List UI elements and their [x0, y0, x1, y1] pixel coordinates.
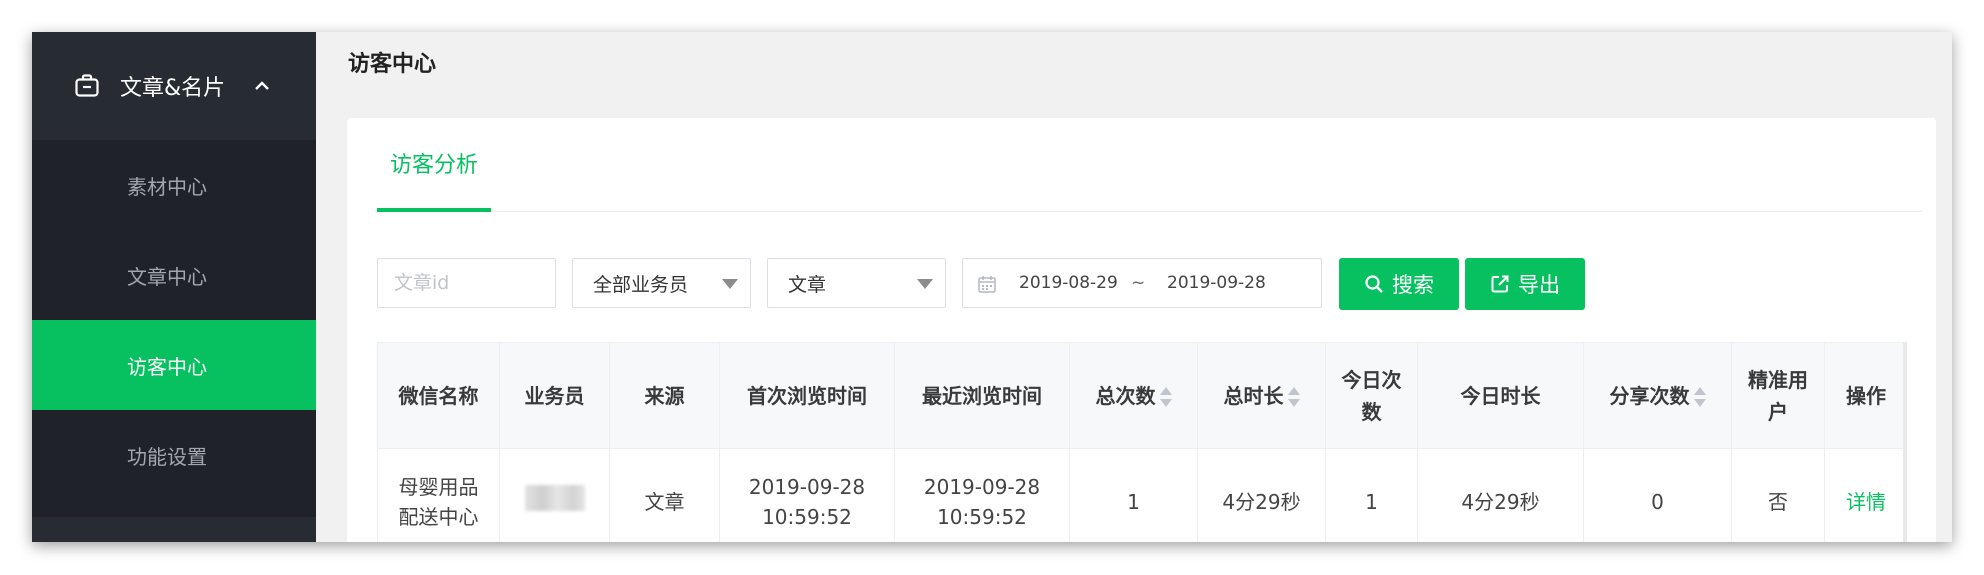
cell-share-count: 0 — [1583, 448, 1732, 542]
sidebar-item-label: 功能设置 — [127, 444, 207, 469]
column-header-today-duration: 今日时长 — [1417, 342, 1584, 449]
source-selected: 文章 — [788, 273, 827, 296]
column-header-precise-user: 精准用户 — [1731, 342, 1825, 449]
sort-icon[interactable] — [1159, 386, 1172, 408]
dropdown-caret-icon — [722, 279, 738, 289]
cell-salesperson — [499, 448, 610, 542]
sidebar-next-group — [32, 517, 316, 542]
sidebar-item-label: 文章中心 — [127, 264, 207, 289]
app-window: 文章&名片 素材中心 文章中心 访客中心 功能设置 访客中心 访客分析 文章id… — [32, 32, 1952, 542]
page-title: 访客中心 — [348, 52, 437, 77]
sidebar-item-article-center[interactable]: 文章中心 — [32, 230, 316, 320]
main-content: 访客中心 访客分析 全部业务员 文章 — [316, 32, 1952, 542]
redacted-salesperson — [524, 484, 585, 511]
search-button[interactable]: 搜索 — [1339, 258, 1459, 310]
cell-last-visit: 2019-09-28 10:59:52 — [894, 448, 1070, 542]
sidebar-item-function-settings[interactable]: 功能设置 — [32, 410, 316, 500]
cell-today-count: 1 — [1325, 448, 1418, 542]
tab-bar: 访客分析 — [377, 118, 1922, 212]
detail-link[interactable]: 详情 — [1846, 490, 1886, 514]
column-header-wechat-name: 微信名称 — [377, 342, 500, 449]
date-start[interactable]: 2019-08-29 — [1019, 273, 1118, 293]
search-button-label: 搜索 — [1392, 274, 1434, 297]
cell-wechat-name: 母婴用品配送中心 — [377, 448, 500, 542]
cell-first-visit: 2019-09-28 10:59:52 — [719, 448, 895, 542]
export-button-label: 导出 — [1518, 274, 1560, 297]
briefcase-icon — [74, 73, 100, 99]
date-separator: ~ — [1131, 273, 1146, 293]
cell-total-count: 1 — [1069, 448, 1198, 542]
tab-visitor-analysis[interactable]: 访客分析 — [377, 118, 491, 212]
cell-total-duration: 4分29秒 — [1197, 448, 1326, 542]
date-range-picker[interactable]: 2019-08-29 ~ 2019-09-28 — [962, 258, 1322, 308]
salesperson-selected: 全部业务员 — [593, 273, 689, 296]
column-header-total-duration[interactable]: 总时长 — [1197, 342, 1326, 449]
article-id-field[interactable] — [377, 258, 556, 308]
article-id-input[interactable] — [378, 259, 555, 307]
calendar-icon — [977, 274, 997, 294]
visitor-table: 微信名称 业务员 来源 首次浏览时间 最近浏览时间 总次数 总时长 今日次数 今… — [377, 342, 1907, 542]
export-icon — [1490, 274, 1510, 294]
sidebar: 文章&名片 素材中心 文章中心 访客中心 功能设置 — [32, 32, 316, 542]
content-card: 访客分析 全部业务员 文章 — [347, 118, 1936, 542]
table-scroll-edge — [1903, 342, 1907, 542]
column-header-salesperson: 业务员 — [499, 342, 610, 449]
cell-action: 详情 — [1824, 448, 1907, 542]
sidebar-group-header[interactable]: 文章&名片 — [32, 32, 316, 140]
table-header-row: 微信名称 业务员 来源 首次浏览时间 最近浏览时间 总次数 总时长 今日次数 今… — [377, 342, 1907, 449]
sort-icon[interactable] — [1693, 386, 1706, 408]
date-end[interactable]: 2019-09-28 — [1167, 273, 1266, 293]
sort-icon[interactable] — [1287, 386, 1300, 408]
column-header-source: 来源 — [609, 342, 720, 449]
column-header-first-visit: 首次浏览时间 — [719, 342, 895, 449]
sidebar-item-visitor-center[interactable]: 访客中心 — [32, 320, 316, 410]
column-header-share-count[interactable]: 分享次数 — [1583, 342, 1732, 449]
sidebar-item-label: 访客中心 — [127, 354, 207, 379]
cell-precise-user: 否 — [1731, 448, 1825, 542]
source-select[interactable]: 文章 — [767, 258, 946, 308]
column-header-total-count[interactable]: 总次数 — [1069, 342, 1198, 449]
column-header-action: 操作 — [1824, 342, 1907, 449]
column-header-today-count: 今日次数 — [1325, 342, 1418, 449]
salesperson-select[interactable]: 全部业务员 — [572, 258, 751, 308]
column-header-last-visit: 最近浏览时间 — [894, 342, 1070, 449]
sidebar-item-material-center[interactable]: 素材中心 — [32, 140, 316, 230]
export-button[interactable]: 导出 — [1465, 258, 1585, 310]
dropdown-caret-icon — [917, 279, 933, 289]
cell-today-duration: 4分29秒 — [1417, 448, 1584, 542]
search-icon — [1364, 274, 1384, 294]
chevron-up-icon — [253, 77, 271, 95]
table-row: 母婴用品配送中心 文章 2019-09-28 10:59:52 2019-09-… — [377, 448, 1907, 542]
sidebar-item-label: 素材中心 — [127, 174, 207, 199]
sidebar-group-label: 文章&名片 — [120, 76, 226, 101]
cell-source: 文章 — [609, 448, 720, 542]
